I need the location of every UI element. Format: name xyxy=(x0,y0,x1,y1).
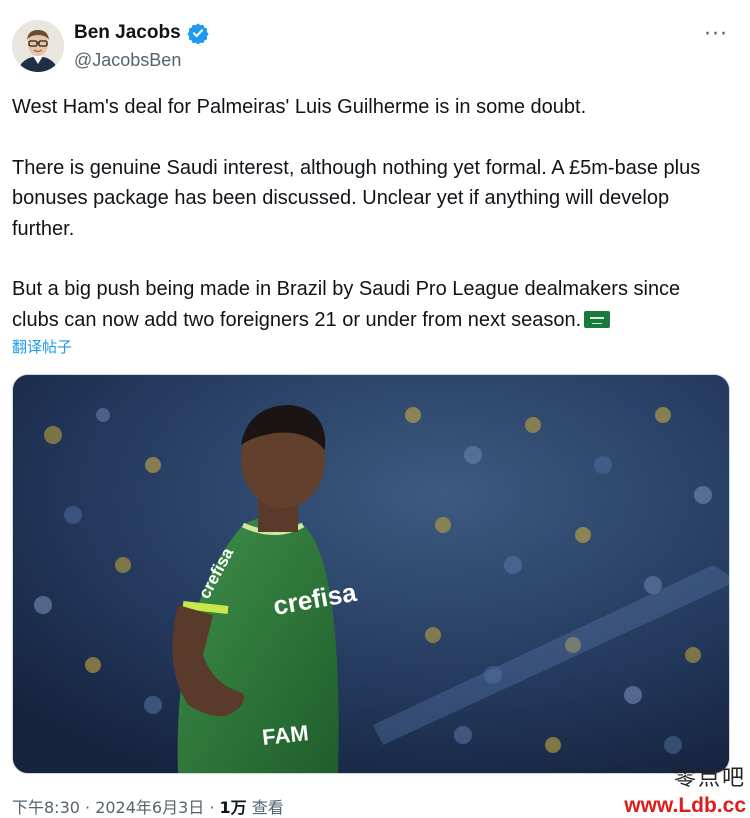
more-options-icon[interactable]: ··· xyxy=(704,22,728,47)
tweet-timestamp[interactable]: 下午8:30 · 2024年6月3日 · xyxy=(12,798,220,817)
tweet-paragraph-3: But a big push being made in Brazil by S… xyxy=(12,278,681,331)
verified-badge-icon xyxy=(187,22,209,45)
author-display-name[interactable]: Ben Jacobs xyxy=(74,22,181,44)
tweet-paragraph-2: There is genuine Saudi interest, althoug… xyxy=(12,156,701,240)
tweet-paragraph-3-wrap: But a big push being made in Brazil by S… xyxy=(12,274,732,335)
views-count: 1万 xyxy=(219,798,247,817)
jersey-bottom-text: FAM xyxy=(261,720,310,750)
player-photo: crefisa crefisa FAM xyxy=(13,375,729,773)
avatar-image xyxy=(12,20,64,72)
tweet-card: Ben Jacobs @JacobsBen ··· West Ham's dea… xyxy=(0,0,750,817)
author-handle[interactable]: @JacobsBen xyxy=(74,50,181,71)
tweet-footer: 下午8:30 · 2024年6月3日 · 1万 查看 xyxy=(12,794,284,818)
author-name-row: Ben Jacobs xyxy=(74,22,209,45)
saudi-flag-icon xyxy=(584,310,611,328)
tweet-text: West Ham's deal for Palmeiras' Luis Guil… xyxy=(12,92,732,335)
avatar[interactable] xyxy=(12,20,64,72)
translate-post-link[interactable]: 翻译帖子 xyxy=(12,336,72,357)
tweet-paragraph-1: West Ham's deal for Palmeiras' Luis Guil… xyxy=(12,96,587,118)
views-label: 查看 xyxy=(246,798,284,817)
watermark-url: www.Ldb.cc xyxy=(624,794,746,817)
tweet-photo[interactable]: crefisa crefisa FAM xyxy=(12,374,730,774)
